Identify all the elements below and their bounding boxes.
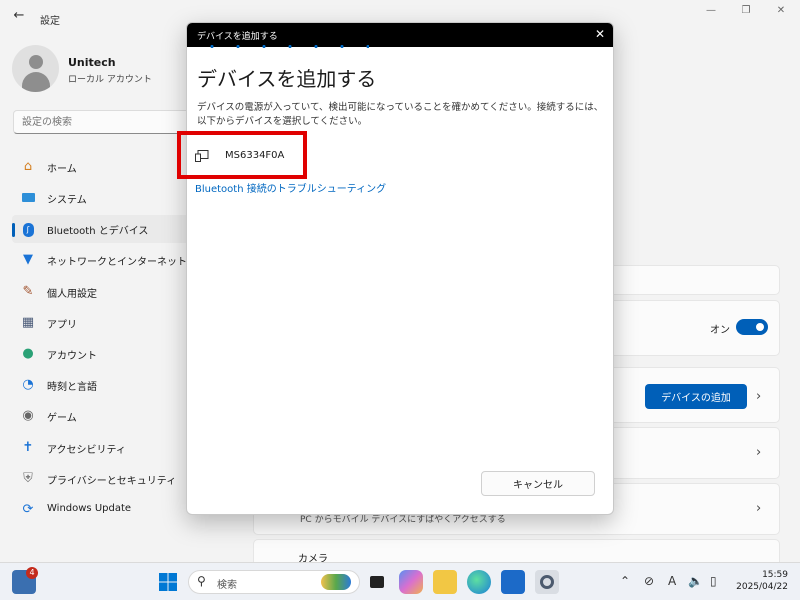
search-input[interactable] [22, 115, 182, 129]
sidebar-item-accessibility[interactable]: ✝ アクセシビリティ [12, 434, 192, 462]
sidebar-item-windows-update[interactable]: ⟳ Windows Update [12, 496, 192, 524]
sidebar-item-label: ゲーム [47, 413, 77, 424]
sidebar-item-label: ネットワークとインターネット [47, 257, 187, 268]
sidebar-item-bluetooth[interactable]: ʃ Bluetooth とデバイス [12, 215, 192, 243]
maximize-icon[interactable]: ❐ [735, 5, 757, 23]
sidebar-item-label: アクセシビリティ [47, 445, 126, 456]
taskbar: ⚲ 検索 [0, 562, 800, 600]
dialog-heading: デバイスを追加する [197, 67, 377, 91]
sidebar-item-label: 時刻と言語 [47, 382, 97, 393]
chevron-right-icon[interactable]: › [756, 501, 761, 516]
system-icon [20, 190, 36, 206]
back-arrow-icon[interactable]: ← [10, 8, 28, 26]
battery-icon[interactable]: ▯ [710, 574, 717, 588]
ime-indicator[interactable]: A [668, 574, 676, 588]
home-icon: ⌂ [23, 159, 33, 174]
sidebar-item-system[interactable]: システム [12, 184, 192, 212]
task-view-icon[interactable] [365, 570, 389, 594]
network-icon[interactable]: ⊘ [644, 574, 654, 588]
sidebar-item-gaming[interactable]: ◉ ゲーム [12, 402, 192, 430]
sidebar-item-label: ホーム [47, 164, 77, 175]
sidebar-item-privacy[interactable]: ⛨ プライバシーとセキュリティ [12, 465, 192, 493]
sidebar-item-label: アカウント [47, 351, 97, 362]
bluetooth-toggle-label: オン [710, 325, 730, 336]
device-list-item[interactable]: MS6334F0A [189, 138, 304, 174]
copilot-icon[interactable] [399, 570, 423, 594]
progress-dots [199, 45, 369, 48]
brush-icon: ✎ [22, 284, 34, 299]
troubleshoot-link[interactable]: Bluetooth 接続のトラブルシューティング [195, 180, 386, 195]
notification-badge: 4 [26, 567, 38, 579]
dialog-description: デバイスの電源が入っていて、検出可能になっていることを確かめてください。接続する… [197, 102, 604, 127]
minimize-icon[interactable]: — [700, 5, 722, 23]
apps-icon: ▦ [21, 315, 35, 330]
clock-date: 2025/04/22 [736, 582, 788, 592]
sidebar-item-label: Bluetooth とデバイス [47, 226, 149, 237]
sidebar-item-home[interactable]: ⌂ ホーム [12, 153, 192, 181]
taskbar-clock[interactable]: 15:59 2025/04/22 [736, 569, 788, 593]
sidebar-item-apps[interactable]: ▦ アプリ [12, 309, 192, 337]
sidebar-item-personalization[interactable]: ✎ 個人用設定 [12, 278, 192, 306]
device-icon [195, 150, 209, 162]
close-icon[interactable]: ✕ [595, 27, 605, 41]
search-highlight-icon [321, 574, 351, 590]
sidebar-item-label: 個人用設定 [47, 289, 97, 300]
settings-search[interactable] [13, 110, 193, 134]
sidebar-item-accounts[interactable]: ● アカウント [12, 340, 192, 368]
taskbar-search[interactable]: ⚲ 検索 [188, 570, 360, 594]
globe-clock-icon: ◔ [22, 377, 34, 392]
edge-browser-icon[interactable] [467, 570, 491, 594]
search-icon: ⚲ [197, 574, 206, 588]
sidebar-item-label: システム [47, 195, 87, 206]
profile-name: Unitech [68, 56, 116, 69]
profile-account-type: ローカル アカウント [68, 75, 152, 85]
speaker-icon[interactable]: 🔈 [688, 574, 703, 588]
clock-time: 15:59 [762, 570, 788, 580]
device-name: MS6334F0A [225, 150, 285, 161]
accessibility-icon: ✝ [22, 440, 34, 455]
add-device-button[interactable]: デバイスの追加 [645, 384, 747, 409]
wifi-icon: ▼ [23, 252, 33, 267]
add-device-dialog: デバイスを追加する ✕ デバイスを追加する デバイスの電源が入っていて、検出可能… [186, 22, 614, 515]
chevron-right-icon[interactable]: › [756, 389, 761, 404]
chevron-right-icon[interactable]: › [756, 445, 761, 460]
start-icon[interactable] [156, 570, 180, 594]
bluetooth-icon: ʃ [20, 221, 36, 237]
gamepad-icon: ◉ [22, 408, 34, 423]
store-icon[interactable] [501, 570, 525, 594]
sidebar-item-network[interactable]: ▼ ネットワークとインターネット [12, 246, 192, 274]
update-icon: ⟳ [22, 502, 34, 517]
cancel-button[interactable]: キャンセル [481, 471, 595, 496]
settings-gear-icon[interactable] [535, 570, 559, 594]
close-icon[interactable]: ✕ [770, 5, 792, 23]
dialog-title-bar: デバイスを追加する ✕ [187, 23, 613, 47]
app-title: 設定 [40, 16, 60, 27]
sidebar-item-label: Windows Update [47, 503, 132, 514]
sidebar-item-time-language[interactable]: ◔ 時刻と言語 [12, 371, 192, 399]
bluetooth-toggle[interactable] [736, 319, 768, 335]
account-icon: ● [22, 346, 34, 361]
dialog-window-title: デバイスを追加する [197, 32, 278, 42]
sidebar-item-label: アプリ [47, 320, 77, 331]
chevron-up-icon[interactable]: ⌃ [620, 574, 630, 588]
file-explorer-icon[interactable] [433, 570, 457, 594]
sidebar-item-label: プライバシーとセキュリティ [47, 476, 177, 487]
avatar[interactable] [12, 45, 59, 92]
shield-icon: ⛨ [23, 471, 33, 486]
taskbar-search-label: 検索 [217, 580, 237, 591]
